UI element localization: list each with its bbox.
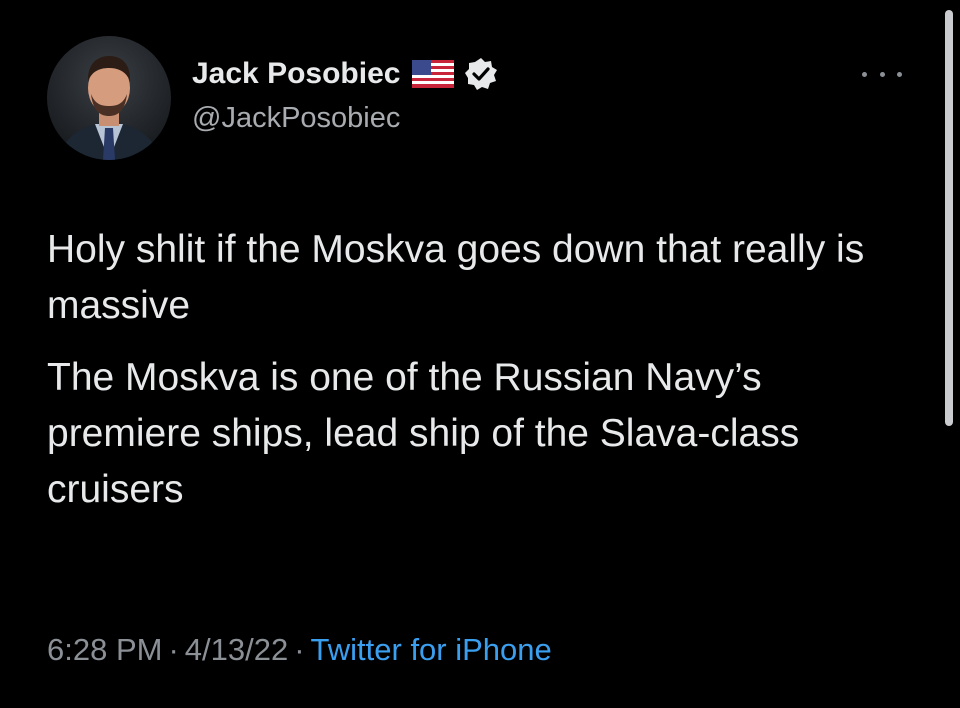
tweet-card: Jack Posobiec @JackPosobiec Holy shlit i… (0, 0, 960, 708)
avatar-photo (47, 36, 171, 160)
meta-separator: · (168, 632, 179, 667)
author-display-name[interactable]: Jack Posobiec (192, 57, 400, 91)
more-dot (862, 71, 867, 77)
tweet-paragraph: The Moskva is one of the Russian Navy’s … (47, 356, 800, 511)
tweet-source-link[interactable]: Twitter for iPhone (311, 632, 552, 667)
tweet-paragraph: Holy shlit if the Moskva goes down that … (47, 228, 865, 327)
us-flag-icon (412, 60, 455, 88)
tweet-body: Holy shlit if the Moskva goes down that … (47, 222, 907, 518)
more-dot (879, 71, 885, 77)
scrollbar-thumb[interactable] (945, 10, 953, 426)
tweet-meta: 6:28 PM · 4/13/22 · Twitter for iPhone (47, 632, 552, 668)
verified-badge-icon (464, 57, 498, 91)
meta-separator: · (294, 632, 305, 667)
more-dot (897, 71, 902, 77)
author-avatar[interactable] (47, 36, 171, 160)
tweet-date[interactable]: 4/13/22 (185, 632, 288, 667)
author-handle[interactable]: @JackPosobiec (192, 102, 400, 135)
tweet-time[interactable]: 6:28 PM (47, 632, 162, 667)
more-options-icon[interactable] (862, 62, 902, 86)
author-name-row: Jack Posobiec (192, 52, 498, 96)
